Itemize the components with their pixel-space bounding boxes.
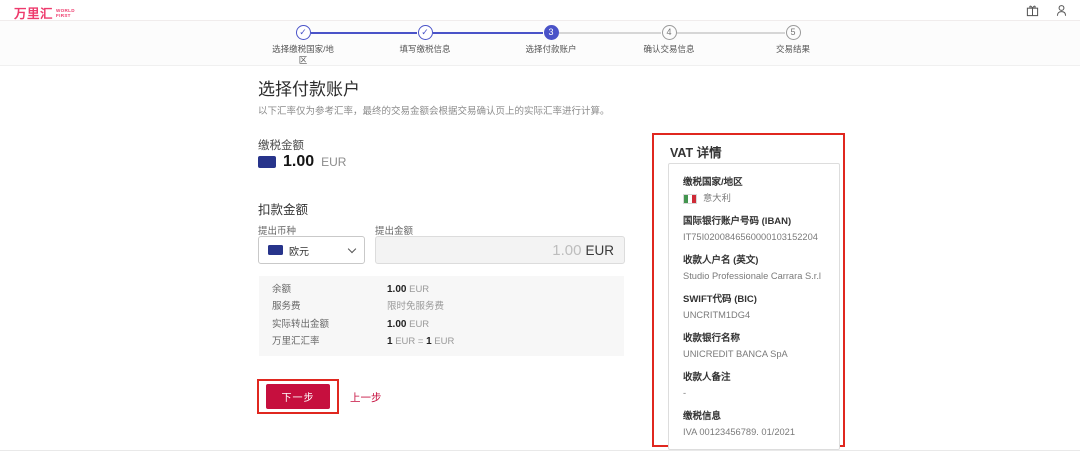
top-header: 万里汇 WORLD FIRST [0,0,1080,21]
step-3-label: 选择付款账户 [525,44,577,54]
header-actions [1026,4,1068,17]
summary-row-actual-transfer: 实际转出金额 1.00 EUR [272,318,430,330]
withdraw-amount-label: 提出金额 [375,226,414,237]
vat-field-country: 缴税国家/地区 意大利 [683,177,743,204]
step-select-country[interactable]: ✓ 选择缴税国家/地区 [253,25,353,66]
worldfirst-logo[interactable]: 万里汇 WORLD FIRST [14,3,75,22]
eu-flag-icon [258,156,276,168]
vat-field-tax-info: 缴税信息 IVA 00123456789. 01/2021 [683,411,796,437]
vat-field-iban: 国际银行账户号码 (IBAN) IT75I0200846560000103152… [683,216,818,242]
step-5-circle[interactable]: 5 [785,25,801,40]
step-4-circle[interactable]: 4 [661,25,677,40]
currency-select-value: 欧元 [289,246,309,258]
tax-amount-value: 1.00 [283,153,315,170]
tax-amount-label: 缴税金额 [258,140,304,152]
rate-disclaimer: 以下汇率仅为参考汇率，最终的交易金额会根据交易确认页上的实际汇率进行计算。 [258,106,610,117]
next-step-button[interactable]: 下一步 [266,384,330,409]
withdraw-amount-input[interactable]: 1.00 EUR [375,236,625,264]
page-title: 选择付款账户 [258,80,360,99]
step-2-circle[interactable]: ✓ [417,25,433,40]
vat-field-payee-name: 收款人户名 (英文) Studio Professionale Carrara … [683,255,821,281]
transaction-summary: 余额 1.00 EUR 服务费 限时免服务费 实际转出金额 1.00 EUR 万… [259,276,624,356]
step-5-label: 交易结果 [775,44,810,54]
summary-row-service-fee: 服务费 限时免服务费 [272,301,445,313]
vat-field-bank-name: 收款银行名称 UNICREDIT BANCA SpA [683,333,788,359]
gift-icon[interactable] [1026,4,1039,17]
chevron-down-icon [347,244,357,253]
step-transaction-result[interactable]: 5 交易结果 [743,25,843,55]
page-bottom-divider [0,450,1080,451]
step-select-payment-account[interactable]: 3 选择付款账户 [501,25,601,55]
italy-flag-icon [683,193,697,204]
page: 万里汇 WORLD FIRST ✓ 选择缴税国家/地区 ✓ 填写缴税信息 3 选… [0,0,1080,457]
step-1-circle[interactable]: ✓ [295,25,311,40]
vat-field-payee-memo: 收款人备注 - [683,372,731,398]
step-fill-tax-info[interactable]: ✓ 填写缴税信息 [375,25,475,55]
logo-text-cn: 万里汇 [14,7,54,21]
deduction-heading: 扣款金额 [258,203,309,217]
withdraw-amount-value: 1.00 [552,241,582,259]
currency-select[interactable]: 欧元 [258,236,365,264]
summary-row-balance: 余额 1.00 EUR [272,284,430,295]
withdraw-currency-label: 提出币种 [258,226,297,237]
summary-row-exchange-rate: 万里汇汇率 1 EUR = 1 EUR [272,335,455,347]
user-icon[interactable] [1055,4,1068,17]
tax-amount-currency: EUR [321,155,347,169]
vat-details-card: 缴税国家/地区 意大利 国际银行账户号码 (IBAN) IT75I0200846… [668,163,840,450]
tax-amount-row: 1.00 EUR [258,153,346,171]
step-confirm-transaction[interactable]: 4 确认交易信息 [619,25,719,55]
previous-step-link[interactable]: 上一步 [350,390,382,405]
step-3-circle[interactable]: 3 [543,25,559,40]
eu-flag-icon-small [268,245,283,255]
step-2-label: 填写缴税信息 [399,44,451,54]
step-4-label: 确认交易信息 [643,44,695,54]
progress-stepper: ✓ 选择缴税国家/地区 ✓ 填写缴税信息 3 选择付款账户 4 确认交易信息 5… [0,21,1080,66]
step-1-label: 选择缴税国家/地区 [272,44,334,65]
vat-details-title: VAT 详情 [670,146,722,160]
logo-text-en: WORLD FIRST [56,7,75,18]
withdraw-amount-currency: EUR [585,242,614,258]
vat-field-swift: SWIFT代码 (BIC) UNCRITM1DG4 [683,294,757,320]
